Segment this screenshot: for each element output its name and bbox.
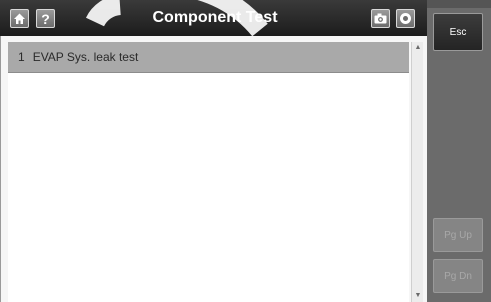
screenshot-button[interactable] <box>371 9 390 28</box>
list-item-label: EVAP Sys. leak test <box>32 50 139 64</box>
component-test-screen: ? Component Test 1 EVAP Sys. leak test ▲ <box>0 0 491 302</box>
content-area: 1 EVAP Sys. leak test ▲ ▼ <box>0 36 427 302</box>
scroll-up-arrow-icon[interactable]: ▲ <box>413 42 423 52</box>
list-item[interactable]: 1 EVAP Sys. leak test <box>8 42 409 73</box>
esc-button[interactable]: Esc <box>433 13 483 51</box>
record-button[interactable] <box>396 9 415 28</box>
home-icon <box>14 13 25 24</box>
page-up-button[interactable]: Pg Up <box>433 218 483 252</box>
title-bar: ? Component Test <box>0 0 427 36</box>
page-down-button[interactable]: Pg Dn <box>433 259 483 293</box>
test-list: 1 EVAP Sys. leak test <box>8 42 409 302</box>
vertical-scrollbar[interactable]: ▲ ▼ <box>411 42 423 302</box>
help-button[interactable]: ? <box>36 9 55 28</box>
page-title: Component Test <box>152 9 278 26</box>
side-button-panel: Esc Pg Up Pg Dn <box>427 0 491 302</box>
scroll-down-arrow-icon[interactable]: ▼ <box>413 290 423 300</box>
help-icon: ? <box>41 10 50 27</box>
camera-icon <box>374 13 387 24</box>
record-icon <box>400 13 411 24</box>
panel-header-strip <box>427 0 491 8</box>
home-button[interactable] <box>10 9 29 28</box>
list-item-number: 1 <box>18 50 25 64</box>
